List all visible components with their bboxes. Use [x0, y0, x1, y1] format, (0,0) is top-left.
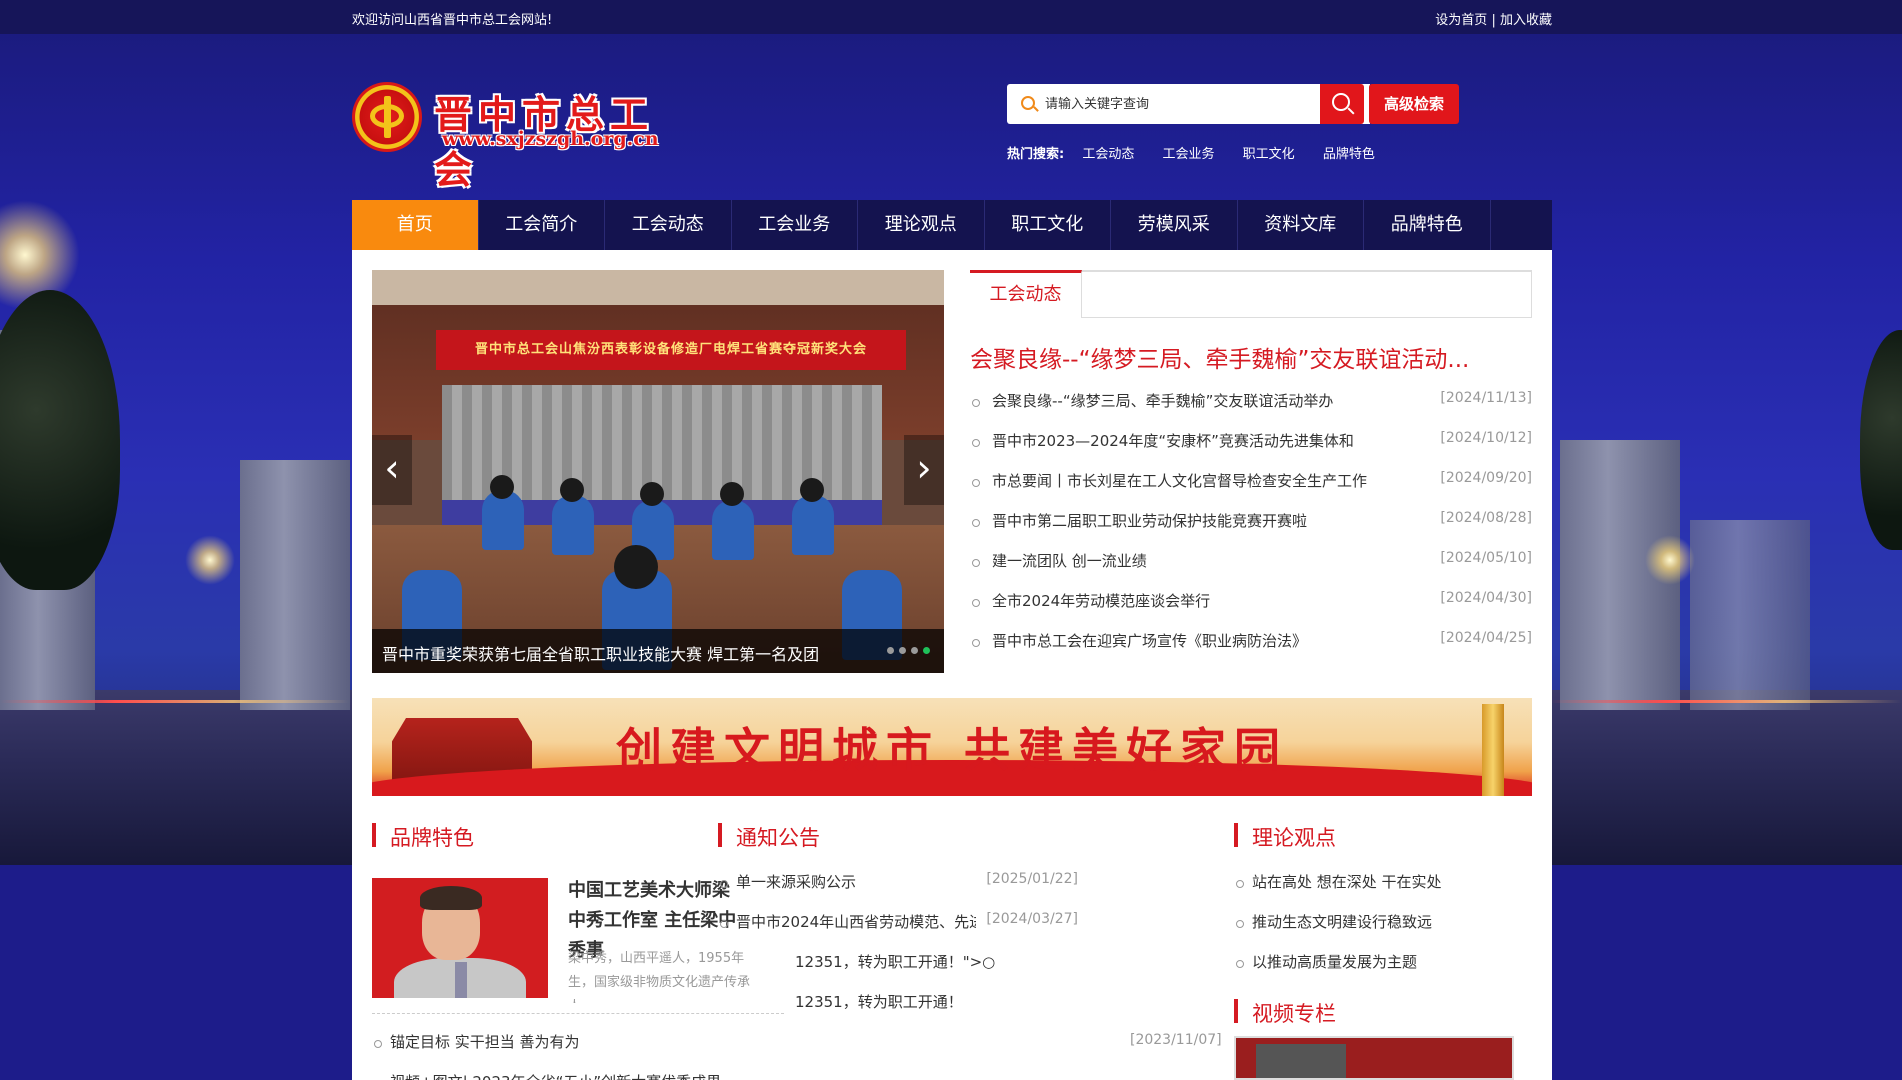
hot-search: 热门搜索: 工会动态 工会业务 职工文化 品牌特色	[1007, 143, 1399, 162]
list-item[interactable]: 会聚良缘--“缘梦三局、牵手魏榆”交友联谊活动举办 [2024/11/13]	[970, 388, 1532, 428]
list-item[interactable]: 晋中市2024年山西省劳动模范、先进 [2024/03/27]	[718, 908, 1078, 948]
list-item[interactable]: 以推动高质量发展为主题	[1234, 948, 1534, 988]
content-panel: 晋中市总工会山焦汾西表彰设备修造厂电焊工省赛夺冠新奖大会 ‹ › 晋中市重奖荣获…	[352, 250, 1552, 1080]
nav-item-home[interactable]: 首页	[352, 200, 479, 250]
nav-item-model-workers[interactable]: 劳模风采	[1111, 200, 1238, 250]
set-homepage-link[interactable]: 设为首页	[1435, 13, 1487, 28]
brand-section-title[interactable]: 品牌特色	[372, 822, 474, 850]
list-item[interactable]: 站在高处 想在深处 干在实处	[1234, 868, 1534, 908]
advanced-search-button[interactable]: 高级检索	[1369, 84, 1459, 124]
nav-item-theory[interactable]: 理论观点	[858, 200, 985, 250]
list-item[interactable]: 全市2024年劳动模范座谈会举行 [2024/04/30]	[970, 588, 1532, 628]
feature-description: 梁中秀，山西平遥人，1955年生，国家级非物质文化遗产传承人...	[568, 951, 751, 1003]
bullet-icon	[972, 639, 980, 647]
top-bar: 欢迎访问山西省晋中市总工会网站! 设为首页 | 加入收藏	[0, 0, 1902, 34]
right-far-building	[1690, 520, 1810, 710]
nav-item-worker-culture[interactable]: 职工文化	[985, 200, 1111, 250]
bullet-icon	[720, 880, 728, 888]
magnifier-icon	[1332, 93, 1350, 111]
brand-list: 锚定目标 实干担当 善为有为 视频+图文| 2023年全省“五小”创新大赛优秀成…	[372, 1028, 784, 1080]
nav-item-union-business[interactable]: 工会业务	[732, 200, 858, 250]
hot-search-item[interactable]: 工会动态	[1082, 147, 1134, 162]
banner-slogan: 创建文明城市 共建美好家园	[615, 723, 1288, 777]
bullet-icon	[720, 920, 728, 928]
list-item[interactable]: 市总要闻丨市长刘星在工人文化宫督导检查安全生产工作 [2024/09/20]	[970, 468, 1532, 508]
bullet-icon	[972, 599, 980, 607]
nav-item-library[interactable]: 资料文库	[1238, 200, 1364, 250]
search-button[interactable]	[1320, 84, 1364, 124]
slider-dots	[887, 647, 930, 654]
slider-dot[interactable]	[911, 647, 918, 654]
list-item[interactable]: 单一来源采购公示 [2025/01/22]	[718, 868, 1078, 908]
nav-item-union-news[interactable]: 工会动态	[605, 200, 732, 250]
bullet-icon	[1236, 920, 1244, 928]
news-headline[interactable]: 会聚良缘--“缘梦三局、牵手魏榆”交友联谊活动...	[970, 340, 1532, 374]
bullet-icon	[972, 399, 980, 407]
search-box	[1007, 84, 1370, 124]
notice-section-title[interactable]: 通知公告	[718, 822, 820, 850]
slide-photo-banner: 晋中市总工会山焦汾西表彰设备修造厂电焊工省赛夺冠新奖大会	[436, 330, 906, 370]
bullet-icon	[1236, 960, 1244, 968]
list-item[interactable]: 建一流团队 创一流业绩 [2024/05/10]	[970, 548, 1532, 588]
search-input[interactable]	[1045, 84, 1345, 124]
notice-date: [2023/11/07]	[1130, 1032, 1222, 1048]
broken-notice-fragment[interactable]: 12351，转为职工开通！	[795, 991, 963, 1012]
logo-url: www.sxjzszgh.org.cn	[442, 128, 659, 150]
bullet-icon	[1236, 880, 1244, 888]
slider-dot[interactable]	[887, 647, 894, 654]
slider-prev-button[interactable]: ‹	[372, 435, 412, 505]
list-item[interactable]: 推动生态文明建设行稳致远	[1234, 908, 1534, 948]
image-slider[interactable]: 晋中市总工会山焦汾西表彰设备修造厂电焊工省赛夺冠新奖大会 ‹ › 晋中市重奖荣获…	[372, 270, 944, 673]
main-nav: 首页 工会简介 工会动态 工会业务 理论观点 职工文化 劳模风采 资料文库 品牌…	[352, 200, 1552, 250]
light-streak	[1550, 700, 1902, 703]
left-building	[240, 460, 350, 710]
list-item[interactable]: 视频+图文| 2023年全省“五小”创新大赛优秀成果	[372, 1068, 784, 1080]
light-streak	[0, 700, 350, 703]
list-item[interactable]: 晋中市2023—2024年度“安康杯”竞赛活动先进集体和 [2024/10/12]	[970, 428, 1532, 468]
bullet-icon	[972, 559, 980, 567]
welcome-text: 欢迎访问山西省晋中市总工会网站!	[352, 13, 553, 28]
street-light-glow	[1645, 535, 1695, 585]
list-item[interactable]: 晋中市第二届职工职业劳动保护技能竞赛开赛啦 [2024/08/28]	[970, 508, 1532, 548]
top-links: 设为首页 | 加入收藏	[1435, 9, 1552, 28]
site-logo[interactable]: 晋中市总工会 www.sxjzszgh.org.cn	[352, 82, 672, 192]
broken-notice-fragment[interactable]: 12351，转为职工开通！">○	[795, 951, 995, 972]
civilization-banner[interactable]: 创建文明城市 共建美好家园	[372, 698, 1532, 796]
video-section-title[interactable]: 视频专栏	[1234, 998, 1336, 1026]
hot-search-item[interactable]: 职工文化	[1243, 147, 1295, 162]
slider-dot[interactable]	[899, 647, 906, 654]
slide-caption-bar: 晋中市重奖荣获第七届全省职工职业技能大赛 焊工第一名及团	[372, 629, 944, 673]
bullet-icon	[972, 479, 980, 487]
nav-item-union-intro[interactable]: 工会简介	[479, 200, 605, 250]
slider-dot-active[interactable]	[923, 647, 930, 654]
video-thumbnail[interactable]	[1234, 1036, 1514, 1080]
list-item[interactable]: 锚定目标 实干担当 善为有为	[372, 1028, 784, 1068]
separator: |	[1491, 13, 1496, 28]
union-emblem-icon	[352, 82, 422, 152]
list-item[interactable]: 晋中市总工会在迎宾广场宣传《职业病防治法》 [2024/04/25]	[970, 628, 1532, 668]
slider-next-button[interactable]: ›	[904, 435, 944, 505]
slide-caption[interactable]: 晋中市重奖荣获第七届全省职工职业技能大赛 焊工第一名及团	[382, 641, 882, 665]
nav-item-brand[interactable]: 品牌特色	[1364, 200, 1491, 250]
street-light-glow	[185, 535, 235, 585]
notice-list: 单一来源采购公示 [2025/01/22] 晋中市2024年山西省劳动模范、先进[…	[718, 868, 1078, 948]
bullet-icon	[374, 1040, 382, 1048]
tab-union-news[interactable]: 工会动态	[970, 270, 1082, 318]
bullet-icon	[972, 439, 980, 447]
hot-search-label: 热门搜索:	[1007, 147, 1065, 162]
theory-list: 站在高处 想在深处 干在实处 推动生态文明建设行稳致远 以推动高质量发展为主题	[1234, 868, 1534, 988]
news-tabs: 工会动态	[970, 270, 1532, 318]
hot-search-item[interactable]: 品牌特色	[1323, 147, 1375, 162]
theory-section-title[interactable]: 理论观点	[1234, 822, 1336, 850]
feature-photo[interactable]	[372, 878, 548, 998]
hot-search-item[interactable]: 工会业务	[1163, 147, 1215, 162]
bullet-icon	[972, 519, 980, 527]
news-list: 会聚良缘--“缘梦三局、牵手魏榆”交友联谊活动举办 [2024/11/13] 晋中…	[970, 388, 1532, 668]
search-icon	[1021, 96, 1035, 110]
add-favorite-link[interactable]: 加入收藏	[1500, 13, 1552, 28]
divider	[372, 1013, 784, 1014]
